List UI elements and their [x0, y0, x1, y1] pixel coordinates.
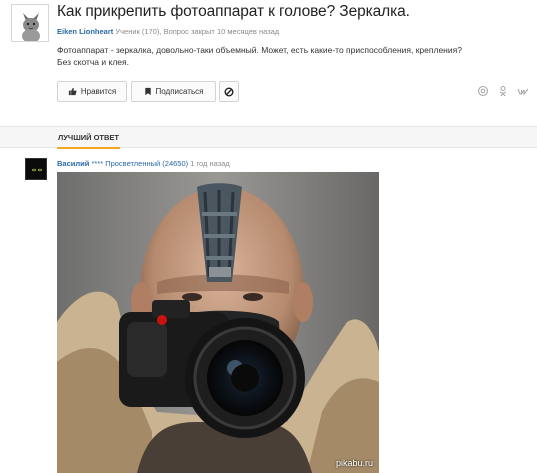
like-label: Нравится [80, 87, 117, 96]
cat-avatar-image [12, 5, 48, 41]
vk-icon[interactable] [517, 84, 529, 96]
question-author-avatar[interactable] [11, 4, 49, 42]
question-title: Как прикрепить фотоаппарат к голове? Зер… [57, 3, 410, 20]
answers-section-bar: ЛУЧШИЙ ОТВЕТ [0, 126, 537, 149]
subscribe-label: Подписаться [155, 87, 204, 96]
answer-author-link[interactable]: Василий [57, 159, 89, 168]
question-body-line: Фотоаппарат - зеркалка, довольно-таки об… [57, 45, 462, 55]
masked-man-camera-image [57, 172, 379, 473]
bookmark-icon [144, 87, 151, 96]
question-body: Фотоаппарат - зеркалка, довольно-таки об… [57, 44, 527, 68]
question-author-link[interactable]: Eiken Lionheart [57, 27, 113, 36]
question-meta: Eiken Lionheart Ученик (170), Вопрос зак… [57, 27, 279, 36]
block-icon [224, 87, 234, 96]
thumbs-up-icon [68, 87, 77, 96]
answer-time: 1 год назад [188, 159, 230, 168]
question-body-line: Без скотча и клея. [57, 57, 129, 67]
tab-best-answer[interactable]: ЛУЧШИЙ ОТВЕТ [57, 127, 121, 149]
share-icons [477, 84, 529, 97]
odnoklassniki-icon[interactable] [497, 84, 509, 97]
like-button[interactable]: Нравится [57, 81, 127, 102]
answer-author-rank[interactable]: **** Просветленный (24650) [89, 159, 188, 168]
answer-photo[interactable]: pikabu.ru [57, 172, 379, 473]
answer-author-avatar[interactable] [25, 158, 47, 180]
black-cat-avatar-image [26, 159, 46, 179]
subscribe-button[interactable]: Подписаться [131, 81, 216, 102]
question-author-meta: Ученик (170), Вопрос закрыт 10 месяцев н… [113, 27, 280, 36]
mail-icon[interactable] [477, 84, 489, 97]
answer-meta: Василий **** Просветленный (24650) 1 год… [57, 159, 230, 168]
block-button[interactable] [219, 81, 239, 102]
watermark-text: pikabu.ru [335, 458, 373, 468]
